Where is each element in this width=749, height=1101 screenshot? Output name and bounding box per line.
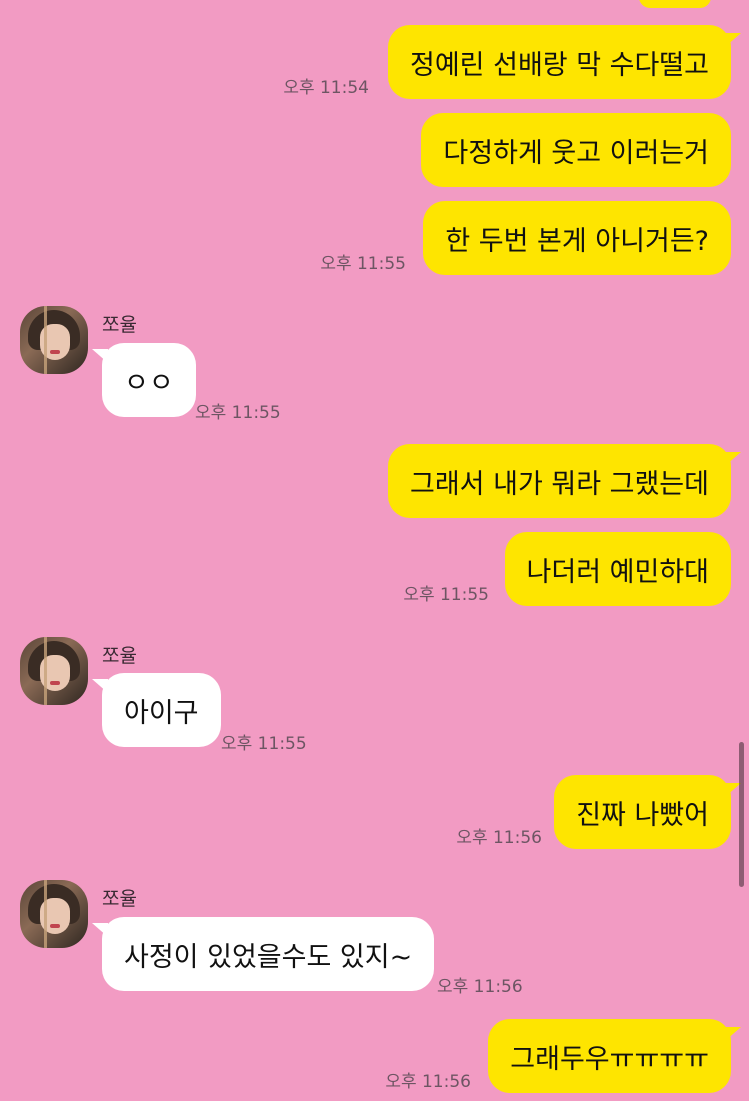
sender-name: 쪼율 (102, 314, 137, 336)
message-time: 오후 11:54 (283, 78, 369, 98)
other-message-bubble[interactable]: ㅇㅇ (102, 343, 196, 417)
avatar-stroke (44, 880, 47, 948)
chat-area[interactable]: 정예린 선배랑 막 수다떨고 오후 11:54 다정하게 웃고 이러는거 한 두… (0, 0, 749, 1101)
message-text: 한 두번 본게 아니거든? (445, 225, 709, 257)
message-text: 그래서 내가 뭐라 그랬는데 (410, 468, 709, 500)
bubble-tail (725, 33, 741, 47)
other-message-bubble[interactable]: 사정이 있었을수도 있지~ (102, 917, 435, 991)
avatar-lips (50, 924, 60, 928)
message-text: 아이구 (124, 697, 199, 729)
scrollbar[interactable] (739, 742, 744, 887)
message-text: 정예린 선배랑 막 수다떨고 (410, 49, 709, 81)
message-text: 나더러 예민하대 (526, 556, 709, 588)
message-time: 오후 11:55 (403, 585, 489, 605)
sender-name: 쪼율 (102, 888, 137, 910)
bubble-tail (92, 679, 108, 693)
message-text: 그래두우ㅠㅠㅠㅠ (510, 1043, 709, 1075)
message-text: 사정이 있었을수도 있지~ (124, 941, 413, 973)
my-message-bubble[interactable]: 그래서 내가 뭐라 그랬는데 (388, 444, 731, 518)
sender-name: 쪼율 (102, 645, 137, 667)
message-text: ㅇㅇ (124, 367, 174, 399)
my-message-bubble[interactable]: 나더러 예민하대 (504, 532, 731, 606)
contact-avatar[interactable] (20, 880, 88, 948)
message-time: 오후 11:56 (385, 1072, 471, 1092)
my-message-bubble[interactable]: 그래두우ㅠㅠㅠㅠ (488, 1019, 731, 1093)
message-text: 진짜 나빴어 (576, 799, 709, 831)
avatar-lips (50, 350, 60, 354)
avatar-stroke (44, 306, 47, 374)
message-time: 오후 11:55 (320, 254, 406, 274)
bubble-tail (725, 1027, 741, 1041)
message-time: 오후 11:56 (437, 977, 523, 997)
contact-avatar[interactable] (20, 637, 88, 705)
bubble-tail (92, 923, 108, 937)
contact-avatar[interactable] (20, 306, 88, 374)
bubble-tail (725, 452, 741, 466)
avatar-lips (50, 681, 60, 685)
previous-message-bubble (639, 0, 711, 8)
my-message-bubble[interactable]: 다정하게 웃고 이러는거 (421, 113, 731, 187)
message-text: 다정하게 웃고 이러는거 (443, 137, 709, 169)
my-message-bubble[interactable]: 한 두번 본게 아니거든? (423, 201, 731, 275)
message-time: 오후 11:55 (195, 403, 281, 423)
my-message-bubble[interactable]: 정예린 선배랑 막 수다떨고 (388, 25, 731, 99)
avatar-stroke (44, 637, 47, 705)
other-message-bubble[interactable]: 아이구 (102, 673, 221, 747)
message-time: 오후 11:56 (456, 828, 542, 848)
message-time: 오후 11:55 (221, 734, 307, 754)
my-message-bubble[interactable]: 진짜 나빴어 (554, 775, 731, 849)
bubble-tail (92, 349, 108, 363)
